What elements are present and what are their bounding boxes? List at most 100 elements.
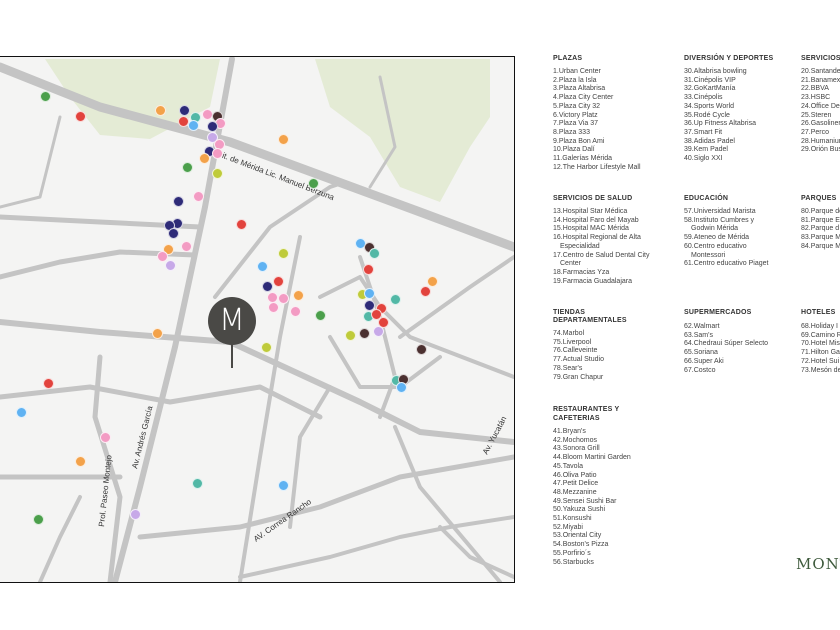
poi-marker[interactable] bbox=[99, 431, 111, 443]
legend-item: 19.Farmacia Guadalajara bbox=[553, 277, 632, 285]
legend-item: 31.Cinépolis VIP bbox=[684, 76, 736, 84]
legend-item: 32.GoKartManía bbox=[684, 85, 736, 93]
poi-marker[interactable] bbox=[289, 305, 301, 317]
legend-item: 13.Hospital Star Médica bbox=[553, 208, 628, 215]
poi-marker[interactable] bbox=[344, 329, 356, 341]
legend-item: 41.Bryan's bbox=[553, 428, 586, 435]
legend-item: 69.Camino R bbox=[801, 331, 840, 339]
poi-marker[interactable] bbox=[201, 108, 213, 120]
legend-item: 3.Plaza Altabrisa bbox=[553, 85, 606, 93]
legend-item: 52.Miyabi bbox=[553, 523, 583, 531]
development-location-marker[interactable]: M bbox=[208, 297, 256, 345]
poi-marker[interactable] bbox=[389, 293, 401, 305]
poi-marker[interactable] bbox=[362, 263, 374, 275]
poi-marker[interactable] bbox=[256, 260, 268, 272]
legend-item: 22.BBVA bbox=[801, 85, 829, 93]
poi-marker[interactable] bbox=[292, 289, 304, 301]
legend-item: 23.HSBC bbox=[801, 94, 831, 102]
legend-item: 5.Plaza City 32 bbox=[553, 102, 601, 110]
poi-marker[interactable] bbox=[74, 110, 86, 122]
poi-marker[interactable] bbox=[191, 477, 203, 489]
poi-marker[interactable] bbox=[260, 341, 272, 353]
legend-title: SERVICIOS DE SALUD bbox=[553, 195, 633, 202]
poi-marker[interactable] bbox=[277, 292, 289, 304]
legend-item: 74.Marbol bbox=[553, 330, 585, 337]
poi-marker[interactable] bbox=[15, 406, 27, 418]
poi-marker[interactable] bbox=[426, 275, 438, 287]
legend-item: 7.Plaza Via 37 bbox=[553, 120, 599, 128]
poi-marker[interactable] bbox=[154, 104, 166, 116]
legend-item: 57.Universidad Marista bbox=[684, 208, 756, 215]
marker-stem bbox=[231, 344, 233, 368]
legend-item: 63.Sam's bbox=[684, 331, 713, 339]
poi-marker[interactable] bbox=[395, 381, 407, 393]
poi-marker[interactable] bbox=[39, 90, 51, 102]
legend-item: 78.Sear's bbox=[553, 364, 583, 372]
poi-marker[interactable] bbox=[272, 275, 284, 287]
poi-marker[interactable] bbox=[235, 218, 247, 230]
poi-marker[interactable] bbox=[206, 120, 218, 132]
legend-item: 84.Parque M bbox=[801, 242, 840, 250]
poi-marker[interactable] bbox=[261, 280, 273, 292]
legend-item: 30.Altabrisa bowling bbox=[684, 68, 747, 75]
poi-marker[interactable] bbox=[372, 325, 384, 337]
legend-item: 75.Liverpool bbox=[553, 338, 592, 346]
poi-marker[interactable] bbox=[187, 119, 199, 131]
poi-marker[interactable] bbox=[267, 301, 279, 313]
map[interactable]: Perit. de Mérida Lic. Manuel Berzuna Av.… bbox=[0, 56, 515, 583]
poi-marker[interactable] bbox=[368, 247, 380, 259]
legend-educacion: EDUCACIÓN 57.Universidad Marista 58.Instit… bbox=[684, 195, 768, 269]
legend-item: 49.Sensei Sushi Bar bbox=[553, 497, 617, 505]
legend-item: 56.Starbucks bbox=[553, 558, 594, 566]
brand-logo: MONT bbox=[796, 555, 840, 573]
legend-item: 65.Soriana bbox=[684, 349, 718, 357]
legend-item: 33.Cinépolis bbox=[684, 94, 723, 102]
legend-item: Center bbox=[560, 260, 582, 268]
legend-item: 50.Yakuza Sushi bbox=[553, 506, 606, 514]
legend-title: SERVICIOS bbox=[801, 55, 840, 62]
legend-item: 83.Parque M bbox=[801, 234, 840, 242]
poi-marker[interactable] bbox=[277, 479, 289, 491]
poi-marker[interactable] bbox=[32, 513, 44, 525]
poi-marker[interactable] bbox=[42, 377, 54, 389]
legend-item: 55.Porfirio´s bbox=[553, 549, 591, 557]
legend-item: 67.Costco bbox=[684, 366, 716, 374]
poi-marker[interactable] bbox=[307, 177, 319, 189]
legend-item: 35.Rodé Cycle bbox=[684, 111, 730, 119]
poi-marker[interactable] bbox=[363, 287, 375, 299]
poi-marker[interactable] bbox=[164, 259, 176, 271]
legend-title: PARQUES bbox=[801, 195, 837, 202]
legend-item: 9.Plaza Bon Ami bbox=[553, 137, 605, 145]
poi-marker[interactable] bbox=[358, 327, 370, 339]
poi-marker[interactable] bbox=[180, 240, 192, 252]
legend-item: 64.Chedraui Súper Selecto bbox=[684, 340, 769, 348]
poi-marker[interactable] bbox=[266, 291, 278, 303]
poi-marker[interactable] bbox=[177, 115, 189, 127]
poi-marker[interactable] bbox=[151, 327, 163, 339]
poi-marker[interactable] bbox=[419, 285, 431, 297]
legend-item: 61.Centro educativo Piaget bbox=[684, 260, 769, 268]
poi-marker[interactable] bbox=[129, 508, 141, 520]
poi-marker[interactable] bbox=[74, 455, 86, 467]
poi-marker[interactable] bbox=[167, 227, 179, 239]
poi-marker[interactable] bbox=[198, 152, 210, 164]
poi-marker[interactable] bbox=[192, 190, 204, 202]
legend-item: 20.Santander bbox=[801, 68, 840, 75]
poi-marker[interactable] bbox=[314, 309, 326, 321]
legend-item: 27.Perco bbox=[801, 128, 830, 136]
poi-marker[interactable] bbox=[172, 195, 184, 207]
legend-item: 24.Office Depot bbox=[801, 102, 840, 110]
legend-item: 46.Oliva Patio bbox=[553, 471, 597, 479]
poi-marker[interactable] bbox=[211, 167, 223, 179]
poi-marker[interactable] bbox=[178, 104, 190, 116]
poi-marker[interactable] bbox=[277, 247, 289, 259]
legend-item: Godwin Mérida bbox=[691, 225, 739, 233]
legend-item: 11.Galerías Mérida bbox=[553, 155, 613, 163]
legend-item: 45.Tavola bbox=[553, 462, 583, 470]
poi-marker[interactable] bbox=[277, 133, 289, 145]
poi-marker[interactable] bbox=[181, 161, 193, 173]
poi-marker[interactable] bbox=[211, 147, 223, 159]
legend-item: 15.Hospital MAC Mérida bbox=[553, 225, 629, 233]
poi-marker[interactable] bbox=[156, 250, 168, 262]
poi-marker[interactable] bbox=[415, 343, 427, 355]
